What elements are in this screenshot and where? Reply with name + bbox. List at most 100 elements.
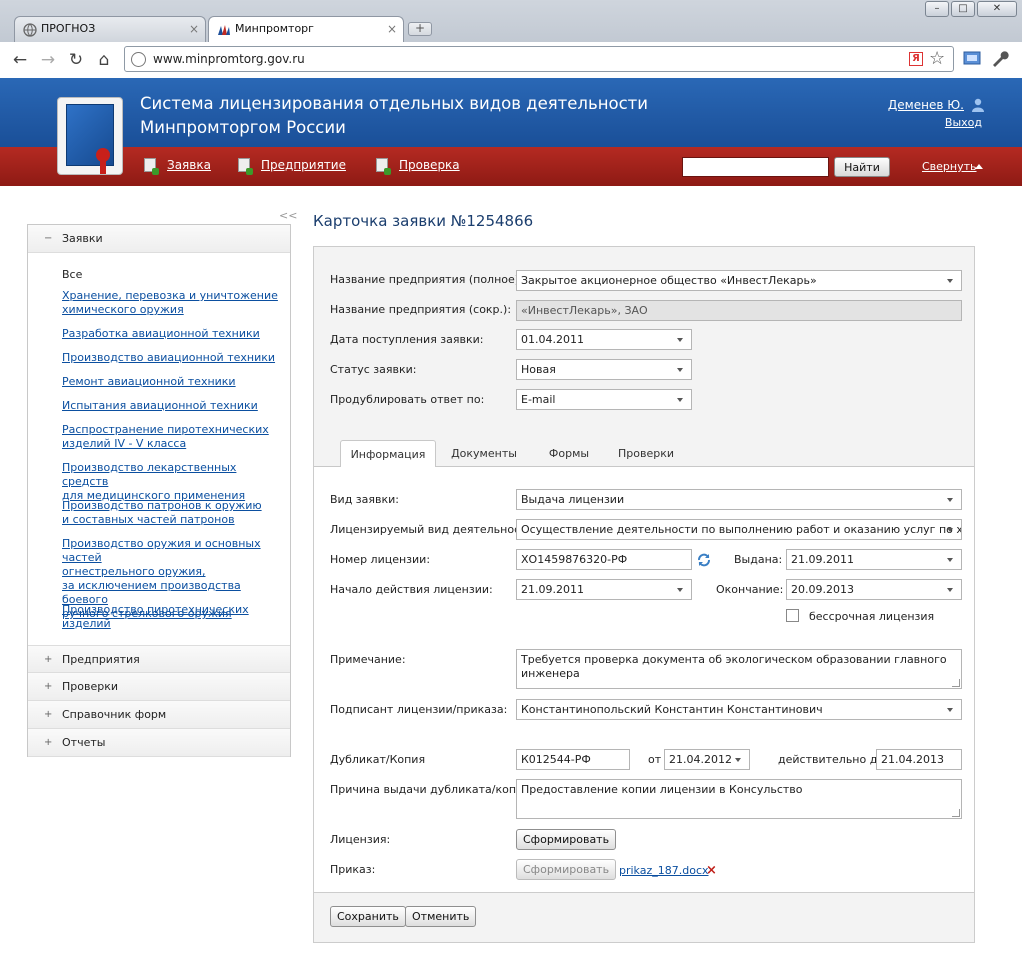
plus-icon[interactable]: + xyxy=(44,655,52,665)
tab-close-icon[interactable]: × xyxy=(387,22,397,36)
signer-select[interactable]: Константинопольский Константин Константи… xyxy=(516,699,962,720)
back-arrow-icon[interactable]: ← xyxy=(10,50,30,70)
generate-order-button[interactable]: Сформировать xyxy=(516,859,617,880)
duplicate-answer-select[interactable]: E-mail xyxy=(516,389,692,410)
field-label: Дата поступления заявки: xyxy=(330,333,484,346)
sidebar-link-pyro-dist[interactable]: Распространение пиротехнических изделий I… xyxy=(62,423,282,451)
user-link[interactable]: Деменев Ю. xyxy=(888,98,964,112)
sidebar-link-avia-prod[interactable]: Производство авиационной техники xyxy=(62,351,282,365)
field-label: действительно до xyxy=(778,753,885,766)
field-label: Выдана: xyxy=(734,553,783,566)
save-button[interactable]: Сохранить xyxy=(330,906,406,927)
dropdown-arrow-icon xyxy=(735,758,741,762)
tab-documents[interactable]: Документы xyxy=(444,440,524,467)
browser-tab-label: ПРОГНОЗ xyxy=(41,22,96,35)
wrench-icon[interactable] xyxy=(990,49,1010,69)
company-short-name-field: «ИнвестЛекарь», ЗАО xyxy=(516,300,962,321)
tab-information[interactable]: Информация xyxy=(340,440,436,468)
dropdown-arrow-icon xyxy=(677,338,683,342)
issued-date-select[interactable]: 21.09.2011 xyxy=(786,549,962,570)
sidebar-link-cartridges[interactable]: Производство патронов к оружию и составны… xyxy=(62,499,282,527)
sidebar-link-avia-test[interactable]: Испытания авиационной техники xyxy=(62,399,282,413)
browser-tab-label: Минпромторг xyxy=(235,22,314,35)
company-full-name-select[interactable]: Закрытое акционерное общество «ИнвестЛек… xyxy=(516,270,962,291)
menu-zayavka[interactable]: Заявка xyxy=(167,158,211,172)
generate-license-button[interactable]: Сформировать xyxy=(516,829,617,850)
sidebar-collapse-toggle[interactable]: << xyxy=(279,209,297,222)
plus-icon[interactable]: + xyxy=(44,682,52,692)
reason-textarea[interactable]: Предоставление копии лицензии в Консульс… xyxy=(516,779,962,819)
cancel-button[interactable]: Отменить xyxy=(405,906,477,927)
field-label: Статус заявки: xyxy=(330,363,417,376)
sidebar-section-proverki[interactable]: + Проверки xyxy=(28,673,290,701)
sidebar-section-otchety[interactable]: + Отчеты xyxy=(28,729,290,757)
sidebar: − Заявки Все Хранение, перевозка и уничт… xyxy=(27,224,291,757)
field-label: Причина выдачи дубликата/копии: xyxy=(330,783,535,796)
sidebar-section-spravochnik[interactable]: + Справочник форм xyxy=(28,701,290,729)
page-menu-icon[interactable] xyxy=(962,49,982,69)
star-icon[interactable]: ☆ xyxy=(929,48,945,69)
search-input[interactable] xyxy=(682,157,829,177)
home-icon[interactable]: ⌂ xyxy=(94,50,114,70)
sidebar-section-label: Проверки xyxy=(62,680,119,693)
search-button[interactable]: Найти xyxy=(834,157,890,177)
logout-link[interactable]: Выход xyxy=(945,116,982,129)
tab-inspections[interactable]: Проверки xyxy=(610,440,682,467)
menu-proverka[interactable]: Проверка xyxy=(399,158,460,172)
sidebar-link-avia-repair[interactable]: Ремонт авиационной техники xyxy=(62,375,282,389)
delete-icon[interactable]: × xyxy=(706,863,717,878)
browser-tab-minpromtorg[interactable]: Минпромторг × xyxy=(208,16,404,42)
refresh-icon[interactable] xyxy=(696,552,712,568)
status-select[interactable]: Новая xyxy=(516,359,692,380)
menu-predpriyatie[interactable]: Предприятие xyxy=(261,158,346,172)
dropdown-arrow-icon xyxy=(947,498,953,502)
new-tab-button[interactable]: + xyxy=(408,22,432,36)
sidebar-link-pyro-prod[interactable]: Производство пиротехнических изделий xyxy=(62,603,282,631)
site-logo[interactable] xyxy=(57,97,123,175)
forward-arrow-icon[interactable]: → xyxy=(38,50,58,70)
licensed-activity-select[interactable]: Осуществление деятельности по выполнению… xyxy=(516,519,962,540)
sidebar-link-avia-dev[interactable]: Разработка авиационной техники xyxy=(62,327,282,341)
application-type-select[interactable]: Выдача лицензии xyxy=(516,489,962,510)
dropdown-arrow-icon xyxy=(947,279,953,283)
collapse-header-link[interactable]: Свернуть xyxy=(922,160,977,173)
received-date-select[interactable]: 01.04.2011 xyxy=(516,329,692,350)
sidebar-link-medicine[interactable]: Производство лекарственных средств для ме… xyxy=(62,461,282,503)
address-bar[interactable]: www.minpromtorg.gov.ru Я ☆ xyxy=(124,46,954,72)
tab-forms[interactable]: Формы xyxy=(534,440,604,467)
field-label: Окончание: xyxy=(716,583,784,596)
license-number-input[interactable]: ХО1459876320-РФ xyxy=(516,549,692,570)
collapse-arrow-icon[interactable] xyxy=(975,164,983,169)
site-info-icon[interactable] xyxy=(131,52,146,67)
license-end-select[interactable]: 20.09.2013 xyxy=(786,579,962,600)
perpetual-license-checkbox[interactable] xyxy=(786,609,799,622)
duplicate-number-input[interactable]: К012544-РФ xyxy=(516,749,630,770)
sidebar-item-all[interactable]: Все xyxy=(62,268,82,281)
license-start-select[interactable]: 21.09.2011 xyxy=(516,579,692,600)
maximize-button[interactable]: □ xyxy=(951,1,975,17)
tab-close-icon[interactable]: × xyxy=(189,22,199,36)
enterprise-icon xyxy=(238,158,253,175)
checklist-icon xyxy=(376,158,391,175)
duplicate-date-select[interactable]: 21.04.2012 xyxy=(664,749,750,770)
reload-icon[interactable]: ↻ xyxy=(66,50,86,70)
order-file-link[interactable]: prikaz_187.docx xyxy=(619,864,709,877)
sidebar-section-predpriyatiya[interactable]: + Предприятия xyxy=(28,645,290,673)
field-label: от xyxy=(648,753,662,766)
yandex-icon[interactable]: Я xyxy=(909,52,923,66)
system-title-line2: Минпромторгом России xyxy=(140,118,346,137)
sidebar-section-zayavki[interactable]: − Заявки xyxy=(28,225,290,253)
minus-icon[interactable]: − xyxy=(44,234,52,244)
field-label: Продублировать ответ по: xyxy=(330,393,485,406)
field-label: Номер лицензии: xyxy=(330,553,431,566)
sidebar-link-chemical[interactable]: Хранение, перевозка и уничтожение химичес… xyxy=(62,289,282,317)
close-window-button[interactable]: ✕ xyxy=(977,1,1017,17)
dropdown-arrow-icon xyxy=(947,528,953,532)
note-textarea[interactable]: Требуется проверка документа об экологич… xyxy=(516,649,962,689)
minimize-button[interactable]: – xyxy=(925,1,949,17)
field-label: Примечание: xyxy=(330,653,406,666)
valid-until-input[interactable]: 21.04.2013 xyxy=(876,749,962,770)
plus-icon[interactable]: + xyxy=(44,738,52,748)
plus-icon[interactable]: + xyxy=(44,710,52,720)
browser-tab-prognoz[interactable]: ПРОГНОЗ × xyxy=(14,16,206,42)
